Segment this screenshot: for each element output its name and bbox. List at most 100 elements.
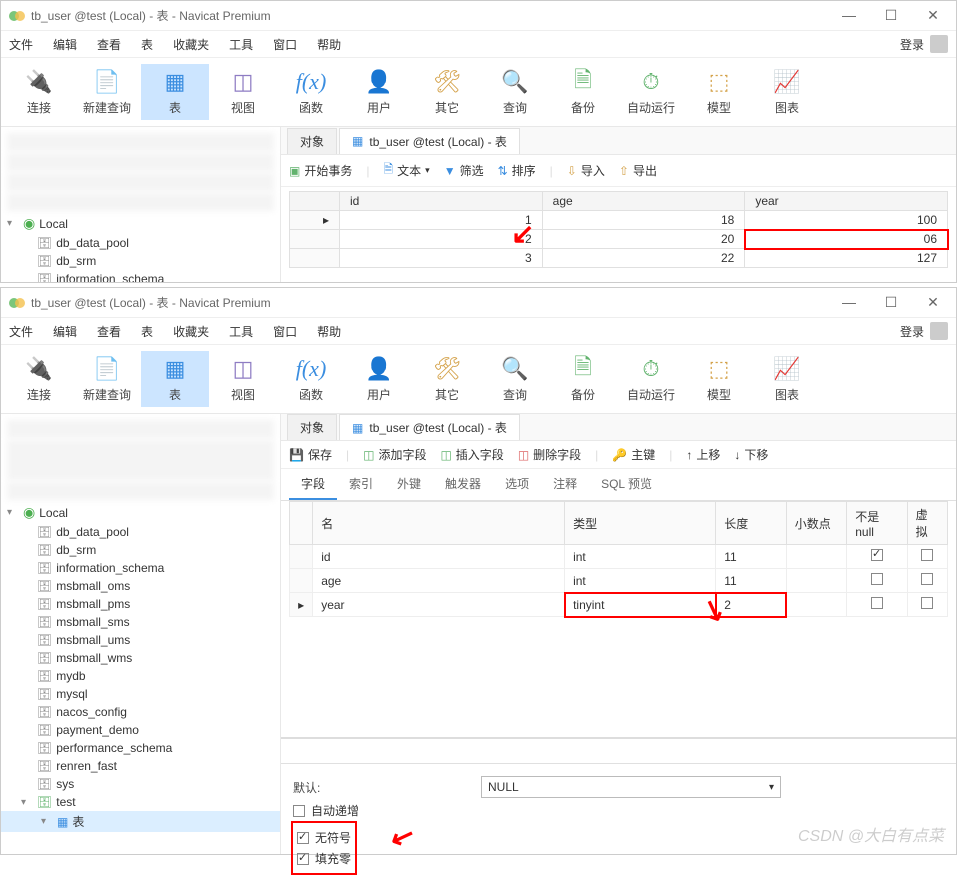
data-grid[interactable]: idageyear▸11810022006322127 [289, 191, 948, 268]
database-node[interactable]: 🗄performance_schema [1, 739, 280, 757]
menu-fav[interactable]: 收藏夹 [173, 323, 209, 340]
close-button[interactable]: ✕ [918, 294, 948, 311]
toolbar-自动运行[interactable]: ⏱自动运行 [617, 64, 685, 120]
menu-window[interactable]: 窗口 [273, 36, 297, 53]
menu-view[interactable]: 查看 [97, 36, 121, 53]
toolbar-函数[interactable]: f(x)函数 [277, 351, 345, 407]
database-node[interactable]: 🗄msbmall_ums [1, 631, 280, 649]
insert-field-button[interactable]: ◫插入字段 [440, 446, 503, 463]
database-node[interactable]: 🗄mysql [1, 685, 280, 703]
database-node[interactable]: 🗄mydb [1, 667, 280, 685]
import-button[interactable]: ⇩导入 [567, 162, 605, 179]
move-down-button[interactable]: ↓ 下移 [734, 446, 768, 463]
toolbar-用户[interactable]: 👤用户 [345, 351, 413, 407]
database-node[interactable]: 🗄payment_demo [1, 721, 280, 739]
toolbar-备份[interactable]: 🗎备份 [549, 351, 617, 407]
data-row[interactable]: 22006 [290, 230, 948, 249]
tables-node[interactable]: ▾ ▦ 表 [1, 811, 280, 832]
text-button[interactable]: 🗎文本▾ [383, 160, 429, 181]
tab-object[interactable]: 对象 [287, 414, 337, 440]
primary-key-button[interactable]: 🔑主键 [612, 446, 655, 463]
subtab-索引[interactable]: 索引 [337, 469, 385, 500]
menu-window[interactable]: 窗口 [273, 323, 297, 340]
auto-increment-checkbox[interactable]: 自动递增 [293, 802, 944, 819]
database-node[interactable]: 🗄msbmall_sms [1, 613, 280, 631]
toolbar-其它[interactable]: 🛠其它 [413, 351, 481, 407]
database-node[interactable]: 🗄db_srm [1, 252, 280, 270]
menu-edit[interactable]: 编辑 [53, 36, 77, 53]
database-node-test[interactable]: ▾ 🗄 test [1, 793, 280, 811]
menu-help[interactable]: 帮助 [317, 36, 341, 53]
export-button[interactable]: ⇧导出 [619, 162, 657, 179]
toolbar-用户[interactable]: 👤用户 [345, 64, 413, 120]
database-node[interactable]: 🗄information_schema [1, 270, 280, 282]
move-up-button[interactable]: ↑ 上移 [686, 446, 720, 463]
menu-tools[interactable]: 工具 [229, 323, 253, 340]
toolbar-图表[interactable]: 📈图表 [753, 64, 821, 120]
toolbar-自动运行[interactable]: ⏱自动运行 [617, 351, 685, 407]
menu-file[interactable]: 文件 [9, 323, 33, 340]
save-button[interactable]: 💾保存 [289, 446, 332, 463]
subtab-外键[interactable]: 外键 [385, 469, 433, 500]
toolbar-新建查询[interactable]: 📄新建查询 [73, 64, 141, 120]
toolbar-图表[interactable]: 📈图表 [753, 351, 821, 407]
tab-current[interactable]: ▦ tb_user @test (Local) - 表 [339, 414, 520, 440]
data-row[interactable]: ▸118100 [290, 211, 948, 230]
connection-node[interactable]: ▾ ◉ Local [1, 502, 280, 523]
database-node[interactable]: 🗄nacos_config [1, 703, 280, 721]
database-node[interactable]: 🗄information_schema [1, 559, 280, 577]
zerofill-checkbox[interactable]: 填充零 [297, 850, 351, 867]
default-select[interactable]: NULL ▾ [481, 776, 781, 798]
maximize-button[interactable]: ☐ [876, 294, 906, 311]
menu-table[interactable]: 表 [141, 36, 153, 53]
toolbar-表[interactable]: ▦表 [141, 351, 209, 407]
maximize-button[interactable]: ☐ [876, 7, 906, 24]
subtab-触发器[interactable]: 触发器 [433, 469, 493, 500]
toolbar-函数[interactable]: f(x)函数 [277, 64, 345, 120]
toolbar-新建查询[interactable]: 📄新建查询 [73, 351, 141, 407]
field-row[interactable]: idint11 [290, 545, 948, 569]
toolbar-表[interactable]: ▦表 [141, 64, 209, 120]
menu-table[interactable]: 表 [141, 323, 153, 340]
menu-help[interactable]: 帮助 [317, 323, 341, 340]
toolbar-连接[interactable]: 🔌连接 [5, 351, 73, 407]
database-node[interactable]: 🗄msbmall_pms [1, 595, 280, 613]
toolbar-模型[interactable]: ⬚模型 [685, 351, 753, 407]
login-area[interactable]: 登录 [900, 35, 948, 53]
filter-button[interactable]: ▼筛选 [444, 162, 484, 179]
field-row[interactable]: ageint11 [290, 569, 948, 593]
toolbar-视图[interactable]: ◫视图 [209, 351, 277, 407]
tab-object[interactable]: 对象 [287, 128, 337, 154]
database-node[interactable]: 🗄db_data_pool [1, 523, 280, 541]
close-button[interactable]: ✕ [918, 7, 948, 24]
database-node[interactable]: 🗄renren_fast [1, 757, 280, 775]
database-node[interactable]: 🗄db_srm [1, 541, 280, 559]
design-grid[interactable]: 名类型长度小数点不是 null虚拟idint11ageint11▸yeartin… [289, 501, 948, 617]
toolbar-查询[interactable]: 🔍查询 [481, 351, 549, 407]
toolbar-视图[interactable]: ◫视图 [209, 64, 277, 120]
toolbar-其它[interactable]: 🛠其它 [413, 64, 481, 120]
menu-file[interactable]: 文件 [9, 36, 33, 53]
menu-view[interactable]: 查看 [97, 323, 121, 340]
toolbar-模型[interactable]: ⬚模型 [685, 64, 753, 120]
subtab-字段[interactable]: 字段 [289, 469, 337, 500]
field-row[interactable]: ▸yeartinyint2 [290, 593, 948, 617]
toolbar-连接[interactable]: 🔌连接 [5, 64, 73, 120]
data-row[interactable]: 322127 [290, 249, 948, 268]
minimize-button[interactable]: — [834, 294, 864, 311]
toolbar-备份[interactable]: 🗎备份 [549, 64, 617, 120]
toolbar-查询[interactable]: 🔍查询 [481, 64, 549, 120]
database-node[interactable]: 🗄msbmall_wms [1, 649, 280, 667]
database-node[interactable]: 🗄sys [1, 775, 280, 793]
resizer[interactable] [281, 737, 956, 739]
database-node[interactable]: 🗄msbmall_oms [1, 577, 280, 595]
minimize-button[interactable]: — [834, 7, 864, 24]
menu-edit[interactable]: 编辑 [53, 323, 77, 340]
connection-node[interactable]: ▾ ◉ Local [1, 213, 280, 234]
add-field-button[interactable]: ◫添加字段 [363, 446, 426, 463]
sort-button[interactable]: ⇅排序 [498, 162, 536, 179]
subtab-选项[interactable]: 选项 [493, 469, 541, 500]
begin-transaction-button[interactable]: ▣开始事务 [289, 162, 352, 179]
subtab-注释[interactable]: 注释 [541, 469, 589, 500]
unsigned-checkbox[interactable]: 无符号 [297, 829, 351, 846]
